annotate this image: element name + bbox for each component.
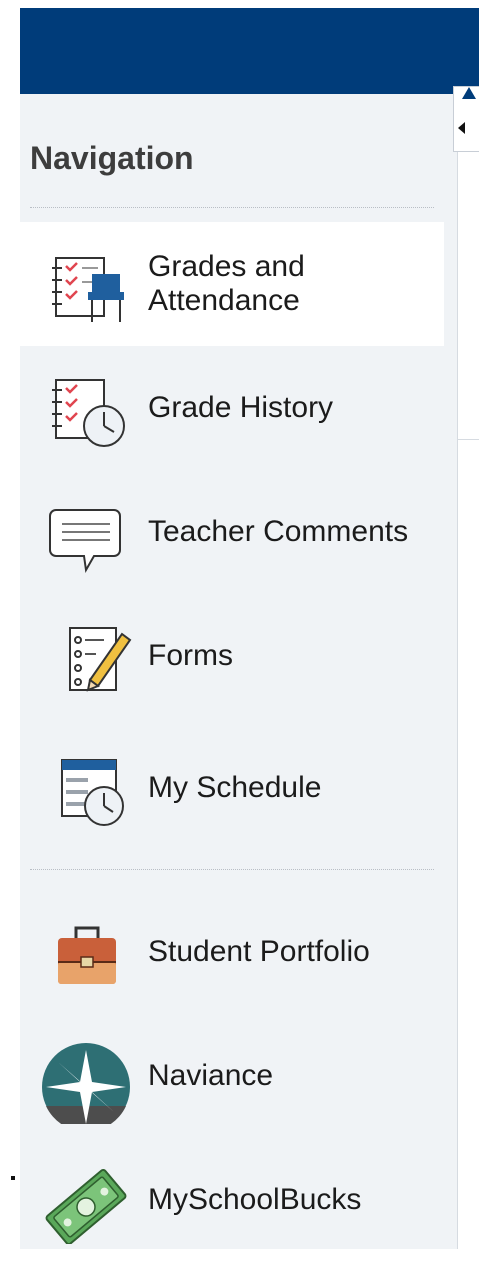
nav-item-label: Grade History [148, 391, 334, 424]
nav-item-grades-and-attendance[interactable]: Grades and Attendance [20, 222, 444, 346]
collapse-left-icon [458, 122, 465, 134]
naviance-icon [42, 1043, 130, 1124]
nav-item-myschoolbucks[interactable]: MySchoolBucks [20, 1138, 444, 1262]
nav-item-student-portfolio[interactable]: Student Portfolio [20, 890, 444, 1014]
nav-item-my-schedule[interactable]: My Schedule [20, 726, 444, 850]
nav-item-label: Grades and Attendance [148, 250, 305, 317]
header-bar [20, 8, 479, 94]
collapse-sidebar-button[interactable] [453, 86, 479, 152]
main-content-area [458, 94, 479, 1249]
content-divider [458, 439, 479, 440]
teacher-comments-icon [49, 509, 121, 574]
nav-divider-top [30, 207, 434, 208]
nav-item-label: Forms [148, 639, 233, 672]
myschoolbucks-icon [45, 1169, 127, 1244]
nav-item-label: Naviance [148, 1059, 274, 1092]
nav-item-label: MySchoolBucks [148, 1183, 362, 1216]
nav-item-forms[interactable]: Forms [20, 594, 444, 718]
caret-up-icon [462, 87, 476, 99]
navigation-heading: Navigation [30, 140, 194, 176]
nav-item-grade-history[interactable]: Grade History [20, 346, 444, 470]
forms-icon [69, 627, 132, 692]
grades-attendance-icon [52, 257, 124, 322]
nav-item-label: Student Portfolio [148, 935, 370, 968]
nav-item-label: Teacher Comments [148, 515, 409, 548]
my-schedule-icon [61, 759, 124, 826]
nav-item-label: My Schedule [148, 771, 322, 804]
nav-divider-middle [30, 869, 434, 870]
nav-item-teacher-comments[interactable]: Teacher Comments [20, 470, 444, 594]
side-marker [11, 1176, 15, 1180]
nav-item-naviance[interactable]: Naviance [20, 1014, 444, 1138]
grade-history-icon [52, 379, 125, 447]
student-portfolio-icon [58, 926, 116, 984]
